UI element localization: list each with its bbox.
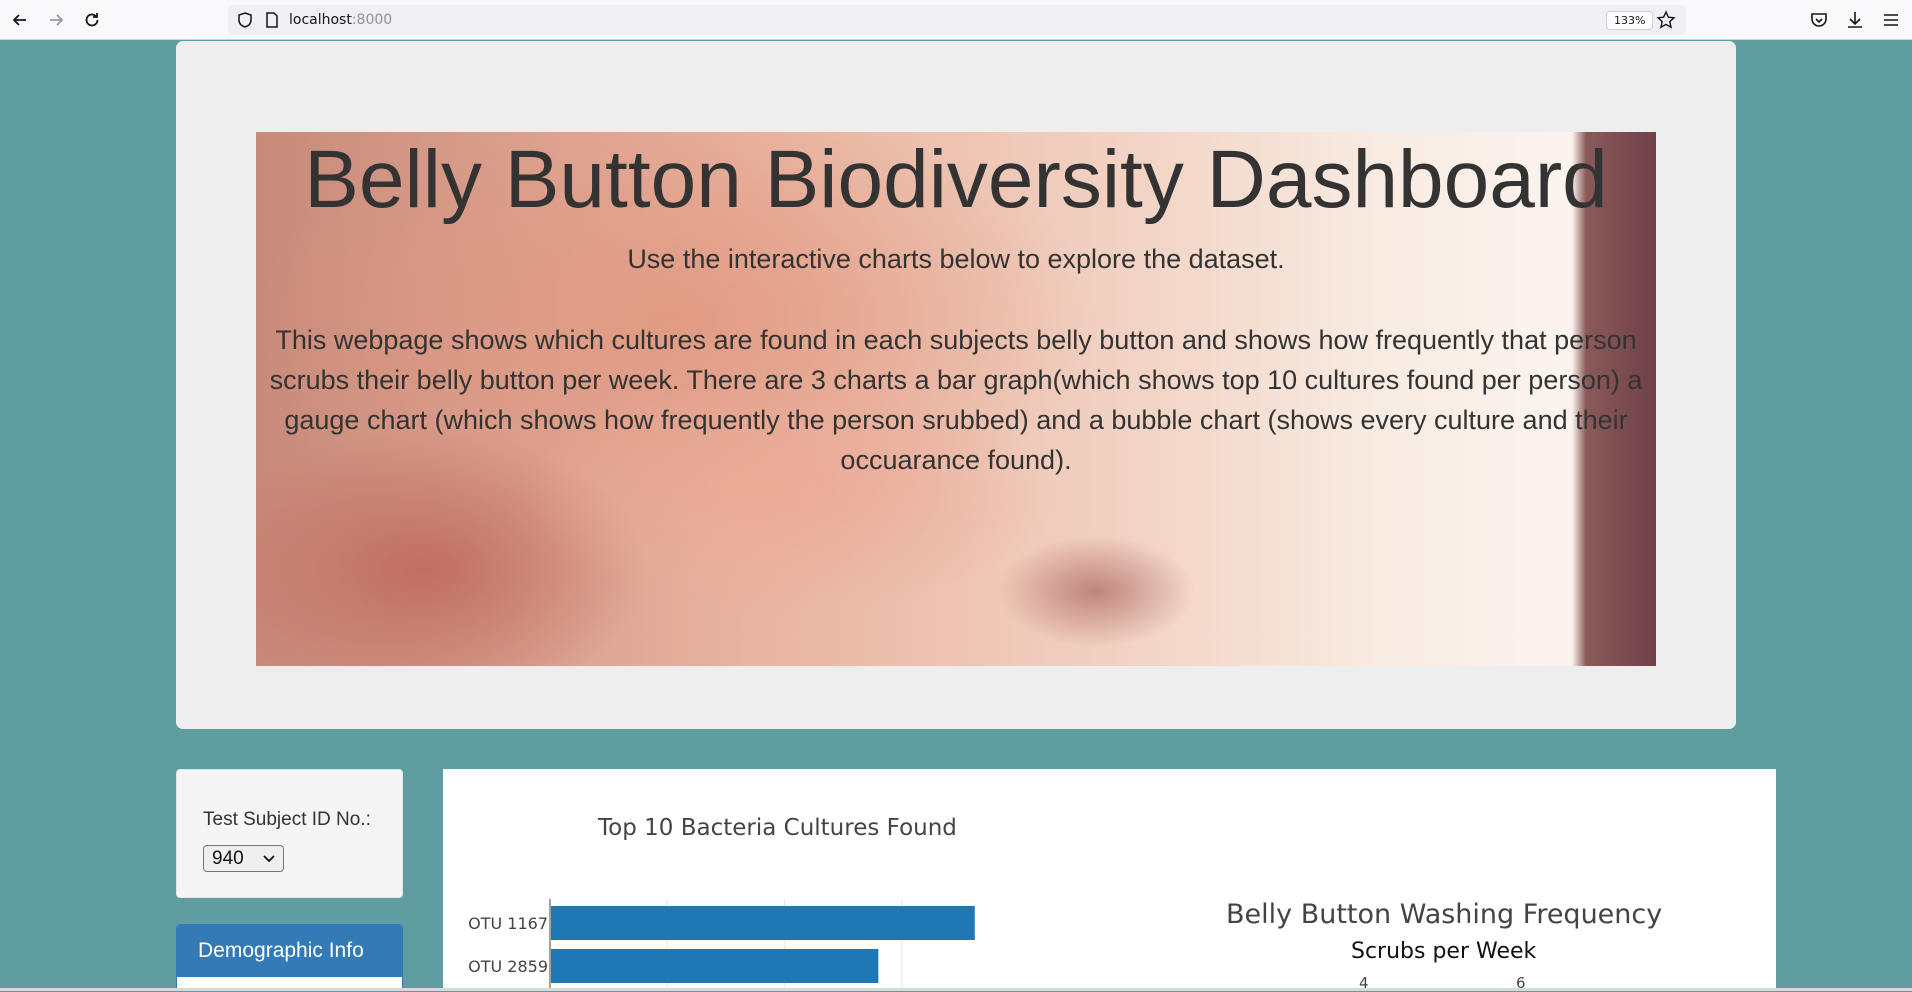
address-bar[interactable]: localhost:8000 133%	[228, 5, 1686, 35]
gauge-subtitle: Scrubs per Week	[1351, 939, 1537, 964]
hero-image: Belly Button Biodiversity Dashboard Use …	[256, 132, 1656, 666]
pocket-icon[interactable]	[1808, 9, 1830, 31]
demographic-info-panel: Demographic Info	[176, 924, 403, 991]
bar-chart-bar[interactable]	[551, 906, 975, 940]
bar-chart-category-label: OTU 2859	[468, 957, 548, 976]
hero-lead-text: Use the interactive charts below to expl…	[627, 244, 1285, 274]
page-icon	[266, 12, 278, 28]
bar-chart[interactable]: OTU 1167 OTU 2859	[443, 769, 1063, 991]
downloads-icon[interactable]	[1844, 9, 1866, 31]
back-icon[interactable]	[9, 9, 31, 31]
url-text[interactable]: localhost:8000	[289, 12, 392, 28]
chevron-down-icon	[263, 855, 275, 863]
subject-id-dropdown[interactable]: 940	[203, 845, 284, 872]
zoom-badge[interactable]: 133%	[1606, 11, 1654, 30]
gauge-chart-title: Belly Button Washing Frequency	[1226, 899, 1663, 930]
browser-toolbar: localhost:8000 133%	[0, 0, 1912, 40]
forward-icon[interactable]	[45, 9, 67, 31]
charts-card: Top 10 Bacteria Cultures Found OTU 1167 O…	[443, 769, 1776, 992]
bar-chart-bar[interactable]	[551, 949, 879, 983]
page-title: Belly Button Biodiversity Dashboard	[304, 134, 1608, 225]
subject-select-panel: Test Subject ID No.: 940	[176, 769, 403, 898]
bar-chart-category-label: OTU 1167	[468, 914, 548, 933]
subject-id-value: 940	[212, 848, 244, 869]
url-host: localhost	[289, 12, 352, 28]
jumbotron: Belly Button Biodiversity Dashboard Use …	[176, 41, 1736, 729]
subject-select-label: Test Subject ID No.:	[203, 809, 371, 830]
url-port: :8000	[351, 12, 393, 28]
shield-icon[interactable]	[236, 11, 254, 29]
bookmark-star-icon[interactable]	[1656, 10, 1676, 30]
menu-icon[interactable]	[1880, 9, 1902, 31]
demographic-info-heading: Demographic Info	[177, 925, 402, 977]
demographic-info-title: Demographic Info	[198, 939, 364, 962]
reload-icon[interactable]	[81, 9, 103, 31]
hero-description: This webpage shows which cultures are fo…	[269, 325, 1643, 475]
